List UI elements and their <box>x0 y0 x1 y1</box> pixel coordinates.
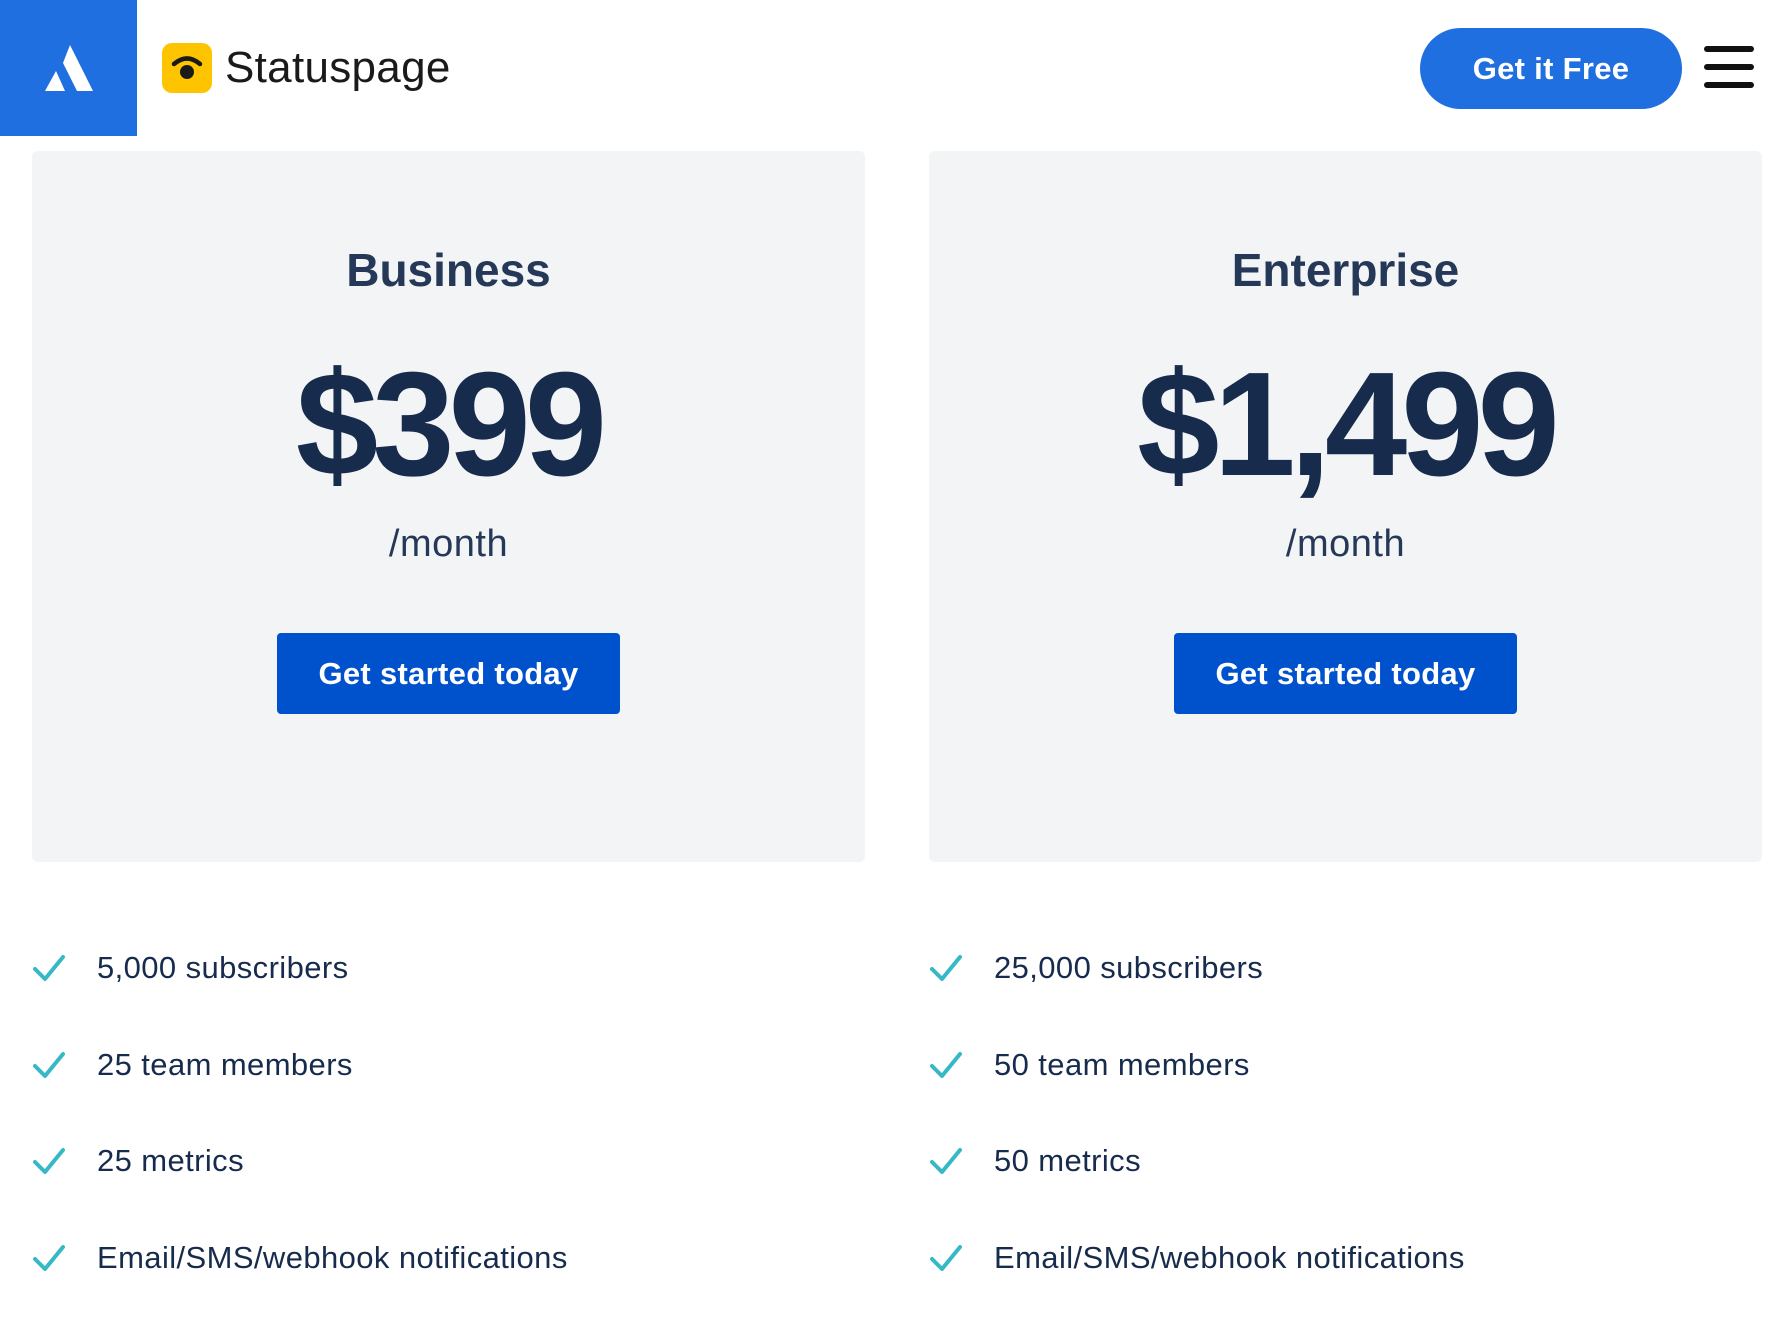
plan-card-enterprise: Enterprise $1,499 /month Get started tod… <box>929 151 1762 862</box>
feature-item: 5,000 subscribers <box>32 944 832 1041</box>
feature-item: 25,000 subscribers <box>929 944 1729 1041</box>
checkmark-icon <box>929 1144 963 1178</box>
plan-name: Enterprise <box>929 243 1762 297</box>
feature-item: 25 metrics <box>32 1137 832 1234</box>
atlassian-logo-icon[interactable] <box>0 0 137 136</box>
get-it-free-button[interactable]: Get it Free <box>1420 28 1682 109</box>
feature-text: 25 metrics <box>97 1137 244 1185</box>
feature-text: 25,000 subscribers <box>994 944 1263 992</box>
checkmark-icon <box>32 1048 66 1082</box>
checkmark-icon <box>32 951 66 985</box>
feature-text: 50 team members <box>994 1041 1250 1089</box>
checkmark-icon <box>929 1048 963 1082</box>
plan-price: $1,499 <box>929 351 1762 499</box>
feature-item: 25 team members <box>32 1041 832 1138</box>
get-started-button-enterprise[interactable]: Get started today <box>1174 633 1517 714</box>
feature-item: 50 metrics <box>929 1137 1729 1234</box>
hamburger-menu-icon[interactable] <box>1704 46 1754 88</box>
feature-item: Email/SMS/webhook notifications <box>32 1234 832 1330</box>
plan-card-business: Business $399 /month Get started today <box>32 151 865 862</box>
plan-name: Business <box>32 243 865 297</box>
site-header: Statuspage Get it Free <box>0 0 1786 136</box>
feature-text: 5,000 subscribers <box>97 944 349 992</box>
feature-text: 50 metrics <box>994 1137 1141 1185</box>
checkmark-icon <box>32 1241 66 1275</box>
plan-period: /month <box>32 523 865 566</box>
feature-list-enterprise: 25,000 subscribers 50 team members 50 me… <box>929 944 1729 1330</box>
checkmark-icon <box>929 951 963 985</box>
checkmark-icon <box>929 1241 963 1275</box>
feature-list-business: 5,000 subscribers 25 team members 25 met… <box>32 944 832 1330</box>
feature-text: Email/SMS/webhook notifications <box>994 1234 1465 1282</box>
feature-item: Email/SMS/webhook notifications <box>929 1234 1729 1330</box>
feature-text: Email/SMS/webhook notifications <box>97 1234 568 1282</box>
feature-text: 25 team members <box>97 1041 353 1089</box>
statuspage-brand[interactable]: Statuspage <box>162 42 451 94</box>
statuspage-icon <box>162 43 212 93</box>
plan-price: $399 <box>32 351 865 499</box>
get-started-button-business[interactable]: Get started today <box>277 633 620 714</box>
plan-period: /month <box>929 523 1762 566</box>
feature-item: 50 team members <box>929 1041 1729 1138</box>
brand-name: Statuspage <box>225 43 451 93</box>
checkmark-icon <box>32 1144 66 1178</box>
